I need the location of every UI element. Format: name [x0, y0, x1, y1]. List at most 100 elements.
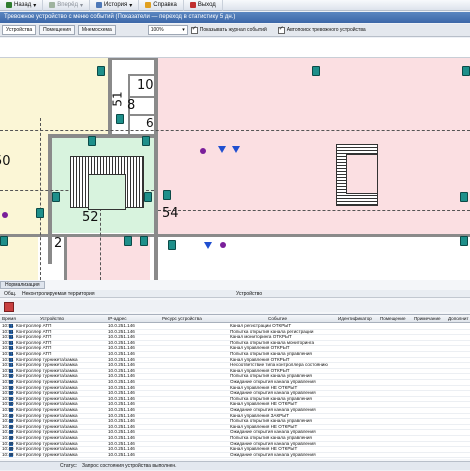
device-icon[interactable] — [163, 190, 171, 200]
exit-menu[interactable]: Выход — [184, 0, 223, 11]
refresh-icon[interactable] — [4, 302, 14, 312]
wall — [112, 58, 158, 60]
toolbar-gap — [0, 38, 470, 58]
chevron-down-icon: ▾ — [182, 27, 185, 33]
wall — [0, 234, 470, 237]
dashed-line — [158, 210, 470, 211]
device-icon[interactable] — [88, 136, 96, 146]
help-menu[interactable]: Справка — [139, 0, 184, 11]
cell-ip: 10.0.251.146 — [108, 451, 135, 457]
wall — [128, 74, 158, 76]
col-room[interactable]: Помещение — [380, 316, 406, 321]
room-number: 51 — [110, 91, 125, 107]
history-icon — [96, 2, 102, 8]
exit-icon — [189, 2, 196, 8]
lower-pink-area — [66, 236, 150, 280]
filter-label: Общ. — [4, 291, 17, 297]
checkbox-icon — [190, 25, 198, 34]
history-menu[interactable]: История ▾ — [90, 0, 140, 11]
tab-devices[interactable]: Устройства — [2, 25, 37, 35]
map-toolbar: Устройства Помещения Мнемосхема 100% ▾ П… — [0, 24, 470, 37]
col-device[interactable]: Устройство — [40, 316, 64, 321]
device-icon[interactable] — [52, 192, 60, 202]
col-event[interactable]: Событие — [268, 316, 287, 321]
dropdown-icon: ▾ — [79, 2, 83, 9]
staircase-core — [88, 174, 126, 210]
checkbox-icon — [277, 25, 285, 34]
floor-plan[interactable]: 50 51 10 8 6 52 54 2 — [0, 58, 470, 280]
forward-label: Вперёд — [57, 2, 78, 8]
motion-sensor-icon[interactable] — [232, 146, 240, 153]
table-header: Время Устройство IP-адрес Ресурс устройс… — [0, 315, 470, 323]
zoom-select[interactable]: 100% ▾ — [147, 25, 188, 35]
window-title: Тревожное устройство с меню событий (Пок… — [0, 12, 470, 23]
room-50-lower-area — [0, 136, 50, 236]
exit-label: Выход — [197, 2, 216, 8]
motion-sensor-icon[interactable] — [218, 146, 226, 153]
room-number: 8 — [127, 98, 136, 113]
back-label: Назад — [14, 2, 32, 8]
dashed-line — [40, 118, 41, 280]
device-icon[interactable] — [462, 66, 470, 76]
wall — [154, 58, 158, 280]
col-note[interactable]: Примечание — [414, 316, 441, 321]
events-table[interactable]: Время Устройство IP-адрес Ресурс устройс… — [0, 314, 470, 459]
device-icon[interactable] — [312, 66, 320, 76]
col-ip[interactable]: IP-адрес — [108, 316, 127, 321]
room-50-area — [0, 58, 110, 136]
alarm-sensor-icon[interactable] — [220, 242, 226, 248]
table-row[interactable]: 10:48 Контроллер турникета/замка 10.0.251.… — [0, 452, 470, 459]
device-icon[interactable] — [97, 66, 105, 76]
room-number: 6 — [146, 116, 154, 130]
room-number: 2 — [54, 236, 63, 251]
room-number: 54 — [162, 206, 179, 221]
col-extra[interactable]: Дополнит — [448, 316, 469, 321]
device-icon[interactable] — [460, 192, 468, 202]
auto-alarm-checkbox[interactable]: Автопоиск тревожного устройства — [277, 25, 366, 34]
help-label: Справка — [153, 2, 177, 8]
status-bar: Статус: Запрос состояния устройства выпо… — [0, 461, 470, 470]
filter-device-label[interactable]: Устройство — [236, 290, 262, 298]
zoom-value: 100% — [150, 27, 164, 33]
room-number: 50 — [0, 154, 11, 169]
col-identifier[interactable]: Идентификатор — [338, 316, 372, 321]
device-icon[interactable] — [124, 236, 132, 246]
dropdown-icon: ▾ — [33, 2, 37, 9]
tab-mnemo[interactable]: Мнемосхема — [77, 25, 116, 35]
filter-bar: Общ. Неконтролируемая территория Устройс… — [0, 290, 470, 298]
device-icon[interactable] — [116, 114, 124, 124]
filter-territory[interactable]: Неконтролируемая территория — [22, 290, 95, 298]
device-icon[interactable] — [144, 192, 152, 202]
room-number: 10 — [137, 78, 154, 93]
auto-alarm-label: Автопоиск тревожного устройства — [286, 27, 366, 33]
device-icon[interactable] — [36, 208, 44, 218]
menu-bar: Назад ▾ Вперёд ▾ История ▾ Справка Выход — [0, 0, 470, 11]
cell-event: Ожидание открытия канала управления — [230, 451, 316, 457]
device-icon[interactable] — [140, 236, 148, 246]
cell-time: 10:48 — [2, 451, 14, 457]
col-resource[interactable]: Ресурс устройства — [162, 316, 202, 321]
motion-sensor-icon[interactable] — [204, 242, 212, 249]
room-number: 52 — [82, 210, 99, 225]
device-icon[interactable] — [168, 240, 176, 250]
help-icon — [145, 2, 152, 8]
forward-menu[interactable]: Вперёд ▾ — [43, 0, 90, 11]
tab-normalization[interactable]: Нормализация — [0, 281, 45, 289]
alarm-sensor-icon[interactable] — [2, 212, 8, 218]
back-arrow-icon — [6, 2, 12, 8]
alarm-sensor-icon[interactable] — [200, 148, 206, 154]
device-icon[interactable] — [0, 236, 8, 246]
cell-device: Контроллер турникета/замка — [16, 451, 78, 457]
tab-rooms[interactable]: Помещения — [39, 25, 75, 35]
wall — [64, 234, 67, 280]
forward-arrow-icon — [49, 2, 56, 8]
show-events-checkbox[interactable]: Показывать журнал событий — [190, 25, 267, 34]
back-menu[interactable]: Назад ▾ — [0, 0, 44, 11]
history-label: История — [104, 2, 128, 8]
col-time[interactable]: Время — [2, 316, 16, 321]
staircase-core — [346, 154, 378, 194]
device-icon[interactable] — [142, 136, 150, 146]
device-icon[interactable] — [460, 236, 468, 246]
show-events-label: Показывать журнал событий — [199, 27, 267, 33]
dropdown-icon: ▾ — [129, 2, 133, 9]
